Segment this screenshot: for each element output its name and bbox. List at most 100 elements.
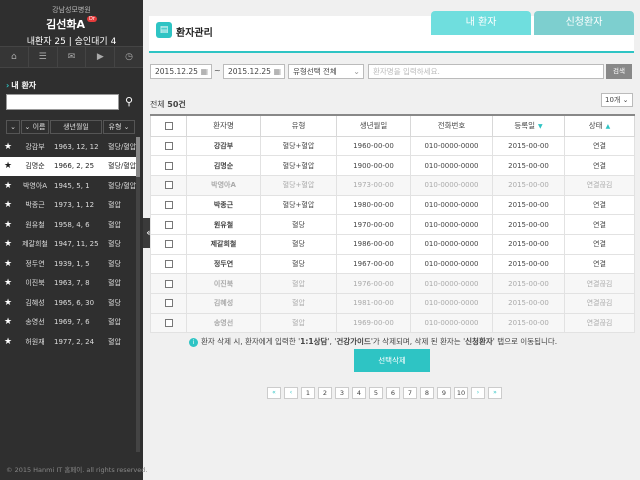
calendar-icon[interactable]: ▦ <box>200 65 208 78</box>
page-button[interactable]: 2 <box>318 387 332 399</box>
scrollbar-thumb[interactable] <box>136 137 140 177</box>
page-button[interactable]: 8 <box>420 387 434 399</box>
star-icon[interactable]: ★ <box>0 200 16 210</box>
chat-icon[interactable]: ✉ <box>58 47 87 67</box>
per-page-value: 10개 <box>605 96 621 104</box>
sidebar-patient-item[interactable]: ★ 김명순 1966, 2, 25 혈당/혈압 <box>0 156 137 176</box>
cell-status: 연결끊김 <box>564 312 635 334</box>
table-row[interactable]: 송영선 혈압 1969-00-00 010-0000-0000 2015-00-00 연결… <box>150 312 635 334</box>
sidebar-scrollbar[interactable] <box>136 137 140 452</box>
sidebar-patient-item[interactable]: ★ 원유철 1958, 4, 6 혈압 <box>0 215 137 235</box>
date-from-field[interactable]: 2015.12.25 ▦ <box>150 64 212 79</box>
cell-dob: 1980-00-00 <box>336 194 411 216</box>
col-reg-date[interactable]: 등록일 ▼ <box>492 114 565 137</box>
search-icon[interactable]: ⚲ <box>121 94 137 110</box>
sidebar-col-dob[interactable]: 생년월일 <box>50 120 102 134</box>
sidebar-patient-item[interactable]: ★ 제갈희철 1947, 11, 25 혈당 <box>0 235 137 255</box>
page-button[interactable]: 1 <box>301 387 315 399</box>
sidebar-search-input[interactable] <box>6 94 119 110</box>
star-icon[interactable]: ★ <box>0 298 16 308</box>
cell-name[interactable]: 이진북 <box>186 273 261 294</box>
row-checkbox[interactable] <box>150 253 187 275</box>
star-icon[interactable]: ★ <box>0 259 16 269</box>
cell-name[interactable]: 원유철 <box>186 214 261 235</box>
sidebar-col-type[interactable]: 유형 ⌄ <box>103 120 135 134</box>
video-icon[interactable]: ▶ <box>86 47 116 67</box>
page-button[interactable]: 4 <box>352 387 366 399</box>
sort-up-icon[interactable]: ▲ <box>606 123 611 130</box>
row-checkbox[interactable] <box>150 312 187 334</box>
page-button[interactable]: 9 <box>437 387 451 399</box>
tab-requested-patients[interactable]: 신청환자 <box>534 11 634 35</box>
table-row[interactable]: 김명순 혈당+혈압 1900-00-00 010-0000-0000 2015-00-0… <box>150 155 635 176</box>
row-checkbox[interactable] <box>150 214 187 235</box>
row-checkbox[interactable] <box>150 174 187 196</box>
sidebar-patient-item[interactable]: ★ 이진북 1963, 7, 8 혈압 <box>0 274 137 294</box>
star-icon[interactable]: ★ <box>0 317 16 327</box>
page-button[interactable]: 6 <box>386 387 400 399</box>
sidebar-patient-item[interactable]: ★ 강감부 1963, 12, 12 혈당/혈압 <box>0 137 137 157</box>
table-row[interactable]: 정두연 혈당 1967-00-00 010-0000-0000 2015-00-00 연결 <box>150 253 635 275</box>
sidebar-patient-item[interactable]: ★ 송영선 1969, 7, 6 혈압 <box>0 313 137 333</box>
cell-name[interactable]: 김명순 <box>186 155 261 176</box>
cell-name[interactable]: 김혜성 <box>186 293 261 314</box>
sort-dropdown-icon[interactable]: ⌄ <box>6 120 20 134</box>
row-checkbox[interactable] <box>150 135 187 157</box>
first-page-button[interactable]: « <box>267 387 281 399</box>
sidebar-patient-item[interactable]: ★ 김혜성 1965, 6, 30 혈당 <box>0 293 137 313</box>
row-checkbox[interactable] <box>150 155 187 176</box>
page-button[interactable]: 7 <box>403 387 417 399</box>
sort-down-icon[interactable]: ▼ <box>538 123 543 130</box>
star-icon[interactable]: ★ <box>0 142 16 152</box>
sidebar-patient-item[interactable]: ★ 허원재 1977, 2, 24 혈압 <box>0 332 137 352</box>
col-status[interactable]: 상태 ▲ <box>564 114 635 137</box>
row-checkbox[interactable] <box>150 194 187 216</box>
clock-icon[interactable]: ◷ <box>115 47 143 67</box>
sidebar-patient-item[interactable]: ★ 정두연 1939, 1, 5 혈당 <box>0 254 137 274</box>
cell-name[interactable]: 송영선 <box>186 312 261 334</box>
sidebar-patient-list: ★ 강감부 1963, 12, 12 혈당/혈압 ★ 김명순 1966, 2, 25 혈당/혈… <box>0 137 137 352</box>
star-icon[interactable]: ★ <box>0 181 16 191</box>
next-page-button[interactable]: › <box>471 387 485 399</box>
type-select[interactable]: 유형선택 전체 ⌄ <box>288 64 364 79</box>
prev-page-button[interactable]: ‹ <box>284 387 298 399</box>
table-row[interactable]: 이진북 혈압 1976-00-00 010-0000-0000 2015-00-00 연결… <box>150 273 635 294</box>
table-row[interactable]: 박영아A 혈당+혈압 1973-00-00 010-0000-0000 2015-00-… <box>150 174 635 196</box>
search-button[interactable]: 검색 <box>606 64 632 79</box>
cell-name[interactable]: 강감부 <box>186 135 261 157</box>
row-checkbox[interactable] <box>150 233 187 255</box>
page-button[interactable]: 3 <box>335 387 349 399</box>
cell-name[interactable]: 정두연 <box>186 253 261 275</box>
last-page-button[interactable]: » <box>488 387 502 399</box>
star-icon[interactable]: ★ <box>0 337 16 347</box>
star-icon[interactable]: ★ <box>0 220 16 230</box>
star-icon[interactable]: ★ <box>0 278 16 288</box>
table-row[interactable]: 박종근 혈당+혈압 1980-00-00 010-0000-0000 2015-00-0… <box>150 194 635 216</box>
table-row[interactable]: 김혜성 혈압 1981-00-00 010-0000-0000 2015-00-00 연결… <box>150 293 635 314</box>
list-icon[interactable]: ☰ <box>29 47 58 67</box>
select-all-checkbox[interactable] <box>150 114 187 137</box>
date-to-field[interactable]: 2015.12.25 ▦ <box>223 64 285 79</box>
star-icon[interactable]: ★ <box>0 161 16 171</box>
table-row[interactable]: 제갈희철 혈당 1986-00-00 010-0000-0000 2015-00-00 연… <box>150 233 635 255</box>
row-checkbox[interactable] <box>150 293 187 314</box>
sidebar-col-name[interactable]: ⌄ 이름 <box>21 120 49 134</box>
sidebar-patient-item[interactable]: ★ 박종근 1973, 1, 12 혈압 <box>0 196 137 216</box>
calendar-icon[interactable]: ▦ <box>273 65 281 78</box>
table-row[interactable]: 강감부 혈당+혈압 1960-00-00 010-0000-0000 2015-00-0… <box>150 135 635 157</box>
row-checkbox[interactable] <box>150 273 187 294</box>
per-page-select[interactable]: 10개 ⌄ <box>601 93 633 107</box>
table-row[interactable]: 원유철 혈당 1970-00-00 010-0000-0000 2015-00-00 연결 <box>150 214 635 235</box>
cell-name[interactable]: 박종근 <box>186 194 261 216</box>
tab-my-patients[interactable]: 내 환자 <box>431 11 531 35</box>
cell-name[interactable]: 제갈희철 <box>186 233 261 255</box>
star-icon[interactable]: ★ <box>0 239 16 249</box>
sidebar-patient-item[interactable]: ★ 박영아A 1945, 5, 1 혈당/혈압 <box>0 176 137 196</box>
page-button[interactable]: 10 <box>454 387 468 399</box>
home-icon[interactable]: ⌂ <box>0 47 29 67</box>
delete-selected-button[interactable]: 선택삭제 <box>354 349 430 372</box>
patient-search-input[interactable]: 환자명을 입력하세요. <box>368 64 604 79</box>
cell-type: 혈압 <box>260 293 337 314</box>
cell-name[interactable]: 박영아A <box>186 174 261 196</box>
page-button[interactable]: 5 <box>369 387 383 399</box>
